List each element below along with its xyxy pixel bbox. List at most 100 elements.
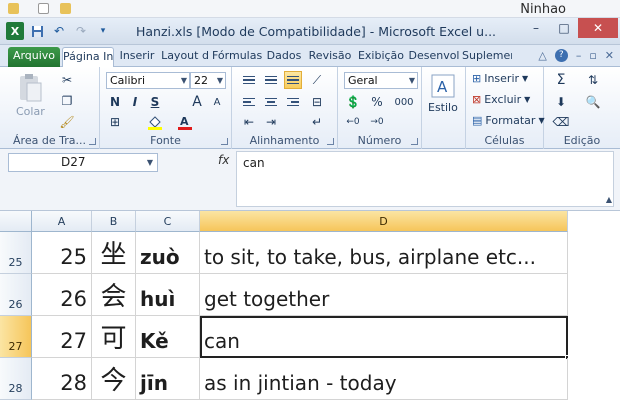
increase-indent-icon[interactable]: ⇥ [262, 113, 280, 131]
svg-text:A: A [437, 78, 448, 96]
cell-c28[interactable]: jīn [136, 358, 200, 400]
tab-review[interactable]: Revisão [306, 47, 354, 67]
tab-view[interactable]: Exibição [356, 47, 406, 67]
tab-developer[interactable]: Desenvol [408, 47, 460, 67]
insert-cells-button[interactable]: ⊞ Inserir ▼ [472, 72, 528, 85]
cell-c27[interactable]: Kě [136, 316, 200, 358]
cell-b26[interactable]: 会 [92, 274, 136, 316]
cell-d27-selected[interactable]: can [200, 316, 568, 358]
row-header-25[interactable]: 25 [0, 232, 32, 274]
cell-d26[interactable]: get together [200, 274, 568, 316]
tab-file[interactable]: Arquivo [8, 47, 60, 67]
cell-c26[interactable]: huì [136, 274, 200, 316]
window-restore-icon[interactable]: ▫ [589, 49, 596, 62]
customize-qat-icon[interactable]: ▾ [94, 22, 112, 40]
cell-d28[interactable]: as in jintian - today [200, 358, 568, 400]
column-header-c[interactable]: C [136, 211, 200, 232]
styles-button[interactable]: A Estilo [428, 73, 458, 114]
decrease-indent-icon[interactable]: ⇤ [240, 113, 258, 131]
cell-b25[interactable]: 坐 [92, 232, 136, 274]
maximize-button[interactable]: □ [550, 18, 578, 38]
undo-icon[interactable]: ↶ [50, 22, 68, 40]
copy-icon[interactable]: ❐ [58, 92, 76, 110]
cell-d25[interactable]: to sit, to take, bus, airplane etc... [200, 232, 568, 274]
clear-icon[interactable]: ⌫ [552, 113, 570, 131]
window-close-icon[interactable]: ✕ [605, 49, 614, 62]
format-painter-icon[interactable]: 🖌 [58, 113, 76, 131]
redo-icon[interactable]: ↷ [72, 22, 90, 40]
cell-c25[interactable]: zuò [136, 232, 200, 274]
row-header-26[interactable]: 26 [0, 274, 32, 316]
tab-page-layout-home[interactable]: Página In [62, 47, 114, 67]
align-center-icon[interactable] [262, 93, 280, 111]
row-header-27[interactable]: 27 [0, 316, 32, 358]
folder-icon[interactable] [60, 3, 71, 14]
cell-a26[interactable]: 26 [32, 274, 92, 316]
excel-app-icon[interactable]: X [6, 22, 24, 40]
tab-insert[interactable]: Inserir [116, 47, 158, 67]
name-box[interactable]: D27 ▼ [8, 153, 158, 172]
document-icon[interactable] [38, 3, 49, 14]
cell-b27[interactable]: 可 [92, 316, 136, 358]
borders-icon[interactable]: ⊞ [106, 113, 124, 131]
font-name-combo[interactable]: Calibri ▼ [106, 72, 190, 89]
select-all-button[interactable] [0, 211, 32, 232]
font-color-icon[interactable]: A [176, 113, 194, 131]
autosum-icon[interactable]: Σ [552, 71, 570, 89]
bold-button[interactable]: N [106, 93, 124, 111]
alignment-launcher-icon[interactable] [327, 138, 334, 145]
tab-layout[interactable]: Layout d [160, 47, 210, 67]
clipboard-launcher-icon[interactable] [89, 138, 96, 145]
save-icon[interactable] [28, 22, 46, 40]
align-bottom-icon[interactable] [284, 71, 302, 89]
format-cells-button[interactable]: ▤ Formatar ▼ [472, 114, 545, 127]
column-header-d[interactable]: D [200, 211, 568, 232]
align-top-icon[interactable] [240, 71, 258, 89]
folder-icon[interactable] [8, 3, 19, 14]
column-header-b[interactable]: B [92, 211, 136, 232]
fill-icon[interactable]: ⬇ [552, 93, 570, 111]
font-launcher-icon[interactable] [221, 138, 228, 145]
font-size-combo[interactable]: 22 ▼ [190, 72, 226, 89]
cut-icon[interactable]: ✂ [58, 71, 76, 89]
close-button[interactable]: ✕ [578, 18, 618, 38]
cell-a28[interactable]: 28 [32, 358, 92, 400]
paste-button[interactable]: Colar [16, 73, 45, 118]
orientation-icon[interactable]: ⟋ [308, 71, 326, 89]
currency-icon[interactable]: 💲 [344, 93, 362, 111]
insert-function-button[interactable]: fx [218, 153, 229, 167]
tab-data[interactable]: Dados [264, 47, 304, 67]
percent-button[interactable]: % [368, 93, 386, 111]
wrap-text-icon[interactable]: ↵ [308, 113, 326, 131]
collapse-formula-bar-icon[interactable]: ▲ [606, 195, 612, 204]
tab-formulas[interactable]: Fórmulas [212, 47, 262, 67]
row-header-28[interactable]: 28 [0, 358, 32, 400]
cell-a25[interactable]: 25 [32, 232, 92, 274]
decrease-decimal-icon[interactable]: →0 [368, 113, 386, 131]
underline-button[interactable]: S [146, 93, 164, 111]
cell-b28[interactable]: 今 [92, 358, 136, 400]
help-icon[interactable]: ? [554, 49, 568, 62]
number-launcher-icon[interactable] [411, 138, 418, 145]
column-header-a[interactable]: A [32, 211, 92, 232]
fill-color-icon[interactable] [146, 113, 164, 131]
align-left-icon[interactable] [240, 93, 258, 111]
delete-cells-button[interactable]: ⊠ Excluir ▼ [472, 93, 530, 106]
align-right-icon[interactable] [284, 93, 302, 111]
number-format-combo[interactable]: Geral ▼ [344, 72, 418, 89]
window-minimize-icon[interactable]: – [576, 49, 582, 62]
shrink-font-button[interactable]: A [208, 93, 226, 111]
tab-addins[interactable]: Suplemer [462, 47, 512, 67]
minimize-ribbon-icon[interactable]: △ [538, 49, 546, 62]
formula-input[interactable]: can [236, 151, 614, 207]
align-middle-icon[interactable] [262, 71, 280, 89]
merge-center-icon[interactable]: ⊟ [308, 93, 326, 111]
find-select-icon[interactable]: 🔍 [584, 93, 602, 111]
cell-a27[interactable]: 27 [32, 316, 92, 358]
italic-button[interactable]: I [126, 93, 144, 111]
sort-filter-icon[interactable]: ⇅ [584, 71, 602, 89]
thousands-separator-button[interactable]: 000 [392, 93, 416, 111]
grow-font-button[interactable]: A [188, 93, 206, 111]
increase-decimal-icon[interactable]: ←0 [344, 113, 362, 131]
minimize-button[interactable]: – [522, 18, 550, 38]
